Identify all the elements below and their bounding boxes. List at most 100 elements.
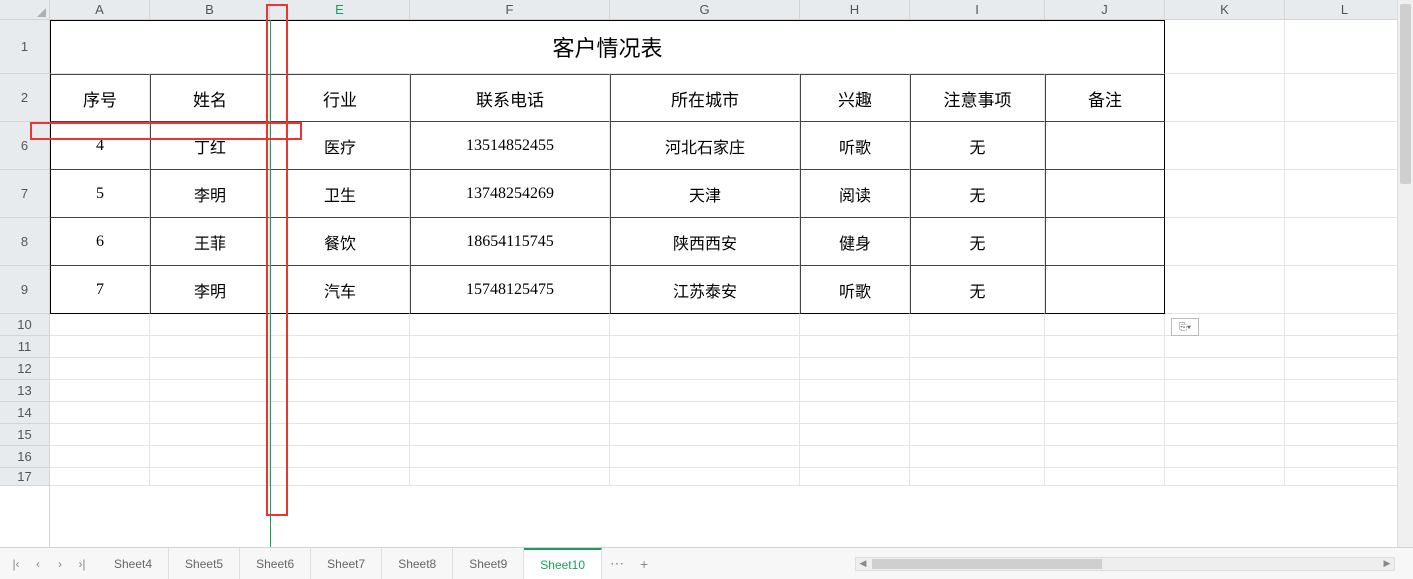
tab-nav-prev-icon[interactable]: ‹: [28, 554, 48, 574]
cell-E10[interactable]: [270, 314, 410, 336]
more-tabs-button[interactable]: ⋯: [602, 555, 632, 572]
cell-H16[interactable]: [800, 446, 910, 468]
cell-F15[interactable]: [410, 424, 610, 446]
data-city-3[interactable]: 江苏泰安: [610, 266, 800, 314]
cell-I16[interactable]: [910, 446, 1045, 468]
row-header-16[interactable]: 16: [0, 446, 49, 468]
cell-H11[interactable]: [800, 336, 910, 358]
cell-F12[interactable]: [410, 358, 610, 380]
cell-K15[interactable]: [1165, 424, 1285, 446]
header-note[interactable]: 注意事项: [910, 74, 1045, 122]
data-industry-3[interactable]: 汽车: [270, 266, 410, 314]
cell-G15[interactable]: [610, 424, 800, 446]
sheet-tab-Sheet5[interactable]: Sheet5: [169, 548, 240, 579]
cell-E13[interactable]: [270, 380, 410, 402]
column-header-I[interactable]: I: [910, 0, 1045, 19]
header-remark[interactable]: 备注: [1045, 74, 1165, 122]
title-cell[interactable]: 客户情况表: [50, 20, 1165, 74]
cell-L12[interactable]: [1285, 358, 1405, 380]
cell-L6[interactable]: [1285, 122, 1405, 170]
data-phone-2[interactable]: 18654115745: [410, 218, 610, 266]
sheet-tab-Sheet6[interactable]: Sheet6: [240, 548, 311, 579]
row-header-7[interactable]: 7: [0, 170, 49, 218]
cell-L9[interactable]: [1285, 266, 1405, 314]
data-name-3[interactable]: 李明: [150, 266, 270, 314]
cell-A10[interactable]: [50, 314, 150, 336]
cell-J10[interactable]: [1045, 314, 1165, 336]
cell-L16[interactable]: [1285, 446, 1405, 468]
row-header-15[interactable]: 15: [0, 424, 49, 446]
row-header-9[interactable]: 9: [0, 266, 49, 314]
cell-G10[interactable]: [610, 314, 800, 336]
column-header-H[interactable]: H: [800, 0, 910, 19]
cell-B17[interactable]: [150, 468, 270, 486]
cell-I12[interactable]: [910, 358, 1045, 380]
cell-H14[interactable]: [800, 402, 910, 424]
data-remark-0[interactable]: [1045, 122, 1165, 170]
header-hobby[interactable]: 兴趣: [800, 74, 910, 122]
cell-K12[interactable]: [1165, 358, 1285, 380]
row-header-8[interactable]: 8: [0, 218, 49, 266]
cell-B11[interactable]: [150, 336, 270, 358]
cell-I15[interactable]: [910, 424, 1045, 446]
cell-H17[interactable]: [800, 468, 910, 486]
data-seq-2[interactable]: 6: [50, 218, 150, 266]
cell-G16[interactable]: [610, 446, 800, 468]
cell-J15[interactable]: [1045, 424, 1165, 446]
column-header-K[interactable]: K: [1165, 0, 1285, 19]
cell-K2[interactable]: [1165, 74, 1285, 122]
column-header-F[interactable]: F: [410, 0, 610, 19]
cell-A17[interactable]: [50, 468, 150, 486]
vertical-scrollbar[interactable]: [1397, 0, 1413, 547]
cell-K11[interactable]: [1165, 336, 1285, 358]
cell-B10[interactable]: [150, 314, 270, 336]
cell-J16[interactable]: [1045, 446, 1165, 468]
cell-A14[interactable]: [50, 402, 150, 424]
select-all-corner[interactable]: [0, 0, 49, 20]
column-header-E[interactable]: E: [270, 0, 410, 19]
cell-L1[interactable]: [1285, 20, 1405, 74]
cell-G13[interactable]: [610, 380, 800, 402]
row-header-17[interactable]: 17: [0, 468, 49, 486]
data-note-1[interactable]: 无: [910, 170, 1045, 218]
data-phone-1[interactable]: 13748254269: [410, 170, 610, 218]
cell-L11[interactable]: [1285, 336, 1405, 358]
data-note-3[interactable]: 无: [910, 266, 1045, 314]
row-header-2[interactable]: 2: [0, 74, 49, 122]
cell-A16[interactable]: [50, 446, 150, 468]
cell-E11[interactable]: [270, 336, 410, 358]
header-industry[interactable]: 行业: [270, 74, 410, 122]
cell-J13[interactable]: [1045, 380, 1165, 402]
cell-K8[interactable]: [1165, 218, 1285, 266]
cell-L15[interactable]: [1285, 424, 1405, 446]
cell-G11[interactable]: [610, 336, 800, 358]
tab-nav-next-icon[interactable]: ›: [50, 554, 70, 574]
sheet-tab-Sheet9[interactable]: Sheet9: [453, 548, 524, 579]
cell-K14[interactable]: [1165, 402, 1285, 424]
row-header-1[interactable]: 1: [0, 20, 49, 74]
header-name[interactable]: 姓名: [150, 74, 270, 122]
header-seq[interactable]: 序号: [50, 74, 150, 122]
cell-A12[interactable]: [50, 358, 150, 380]
cell-H10[interactable]: [800, 314, 910, 336]
cell-K13[interactable]: [1165, 380, 1285, 402]
cell-I11[interactable]: [910, 336, 1045, 358]
header-phone[interactable]: 联系电话: [410, 74, 610, 122]
data-seq-3[interactable]: 7: [50, 266, 150, 314]
cell-J14[interactable]: [1045, 402, 1165, 424]
row-header-12[interactable]: 12: [0, 358, 49, 380]
add-sheet-button[interactable]: +: [632, 556, 656, 572]
header-city[interactable]: 所在城市: [610, 74, 800, 122]
data-phone-3[interactable]: 15748125475: [410, 266, 610, 314]
cell-K6[interactable]: [1165, 122, 1285, 170]
hscroll-left-icon[interactable]: ◀: [856, 558, 870, 570]
column-header-B[interactable]: B: [150, 0, 270, 19]
data-hobby-3[interactable]: 听歌: [800, 266, 910, 314]
cell-E16[interactable]: [270, 446, 410, 468]
cell-B12[interactable]: [150, 358, 270, 380]
cell-E15[interactable]: [270, 424, 410, 446]
paste-options-button[interactable]: ⎘▾: [1171, 318, 1199, 336]
hscroll-right-icon[interactable]: ▶: [1380, 558, 1394, 570]
cell-F16[interactable]: [410, 446, 610, 468]
data-seq-0[interactable]: 4: [50, 122, 150, 170]
